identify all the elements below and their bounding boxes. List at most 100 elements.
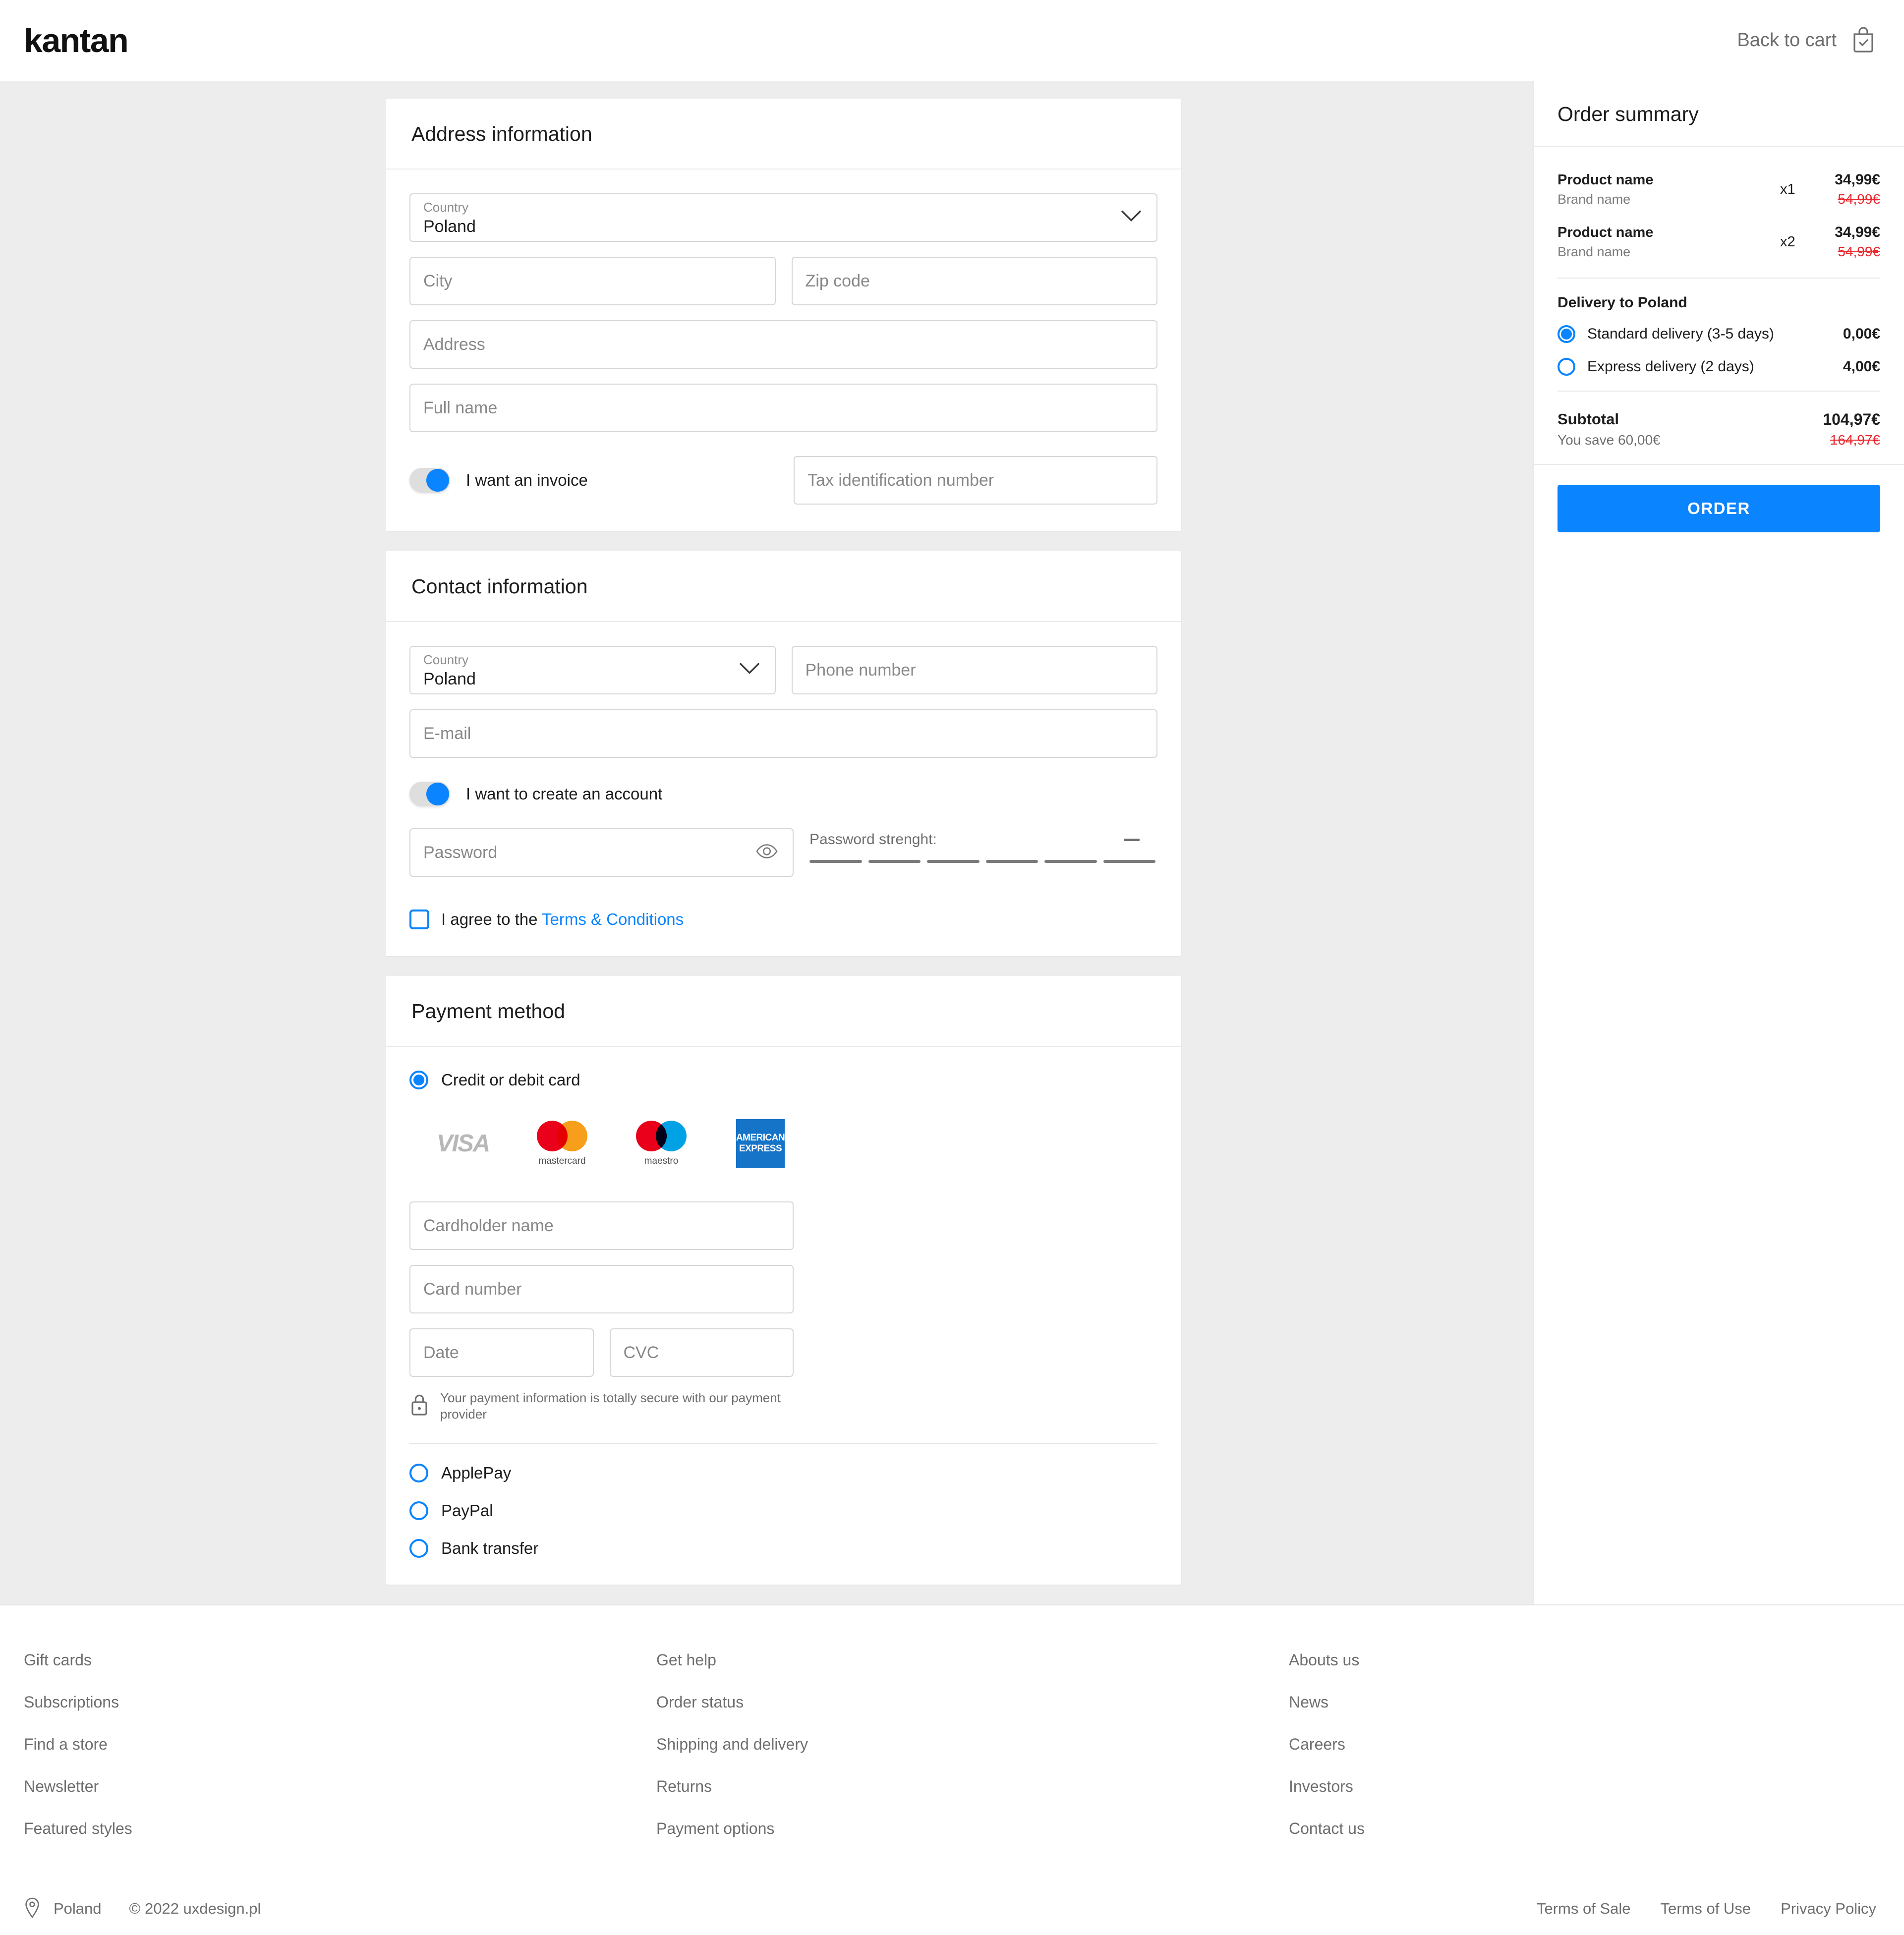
credit-card-radio[interactable]: [409, 1071, 428, 1089]
footer-link-order-status[interactable]: Order status: [656, 1693, 1289, 1711]
terms-checkbox[interactable]: [409, 910, 429, 929]
footer-link-terms-of-sale[interactable]: Terms of Sale: [1537, 1900, 1631, 1918]
footer-link-privacy-policy[interactable]: Privacy Policy: [1781, 1900, 1876, 1918]
address-country-row: Country Poland: [409, 193, 1157, 242]
invoice-toggle[interactable]: [409, 468, 450, 493]
terms-agreement-row[interactable]: I agree to the Terms & Conditions: [409, 910, 1157, 929]
password-input[interactable]: Password: [409, 828, 794, 877]
email-input[interactable]: E-mail: [409, 709, 1157, 758]
express-delivery-radio[interactable]: [1558, 358, 1575, 376]
footer-link-newsletter[interactable]: Newsletter: [24, 1777, 656, 1796]
credit-card-label: Credit or debit card: [441, 1071, 580, 1089]
country-select[interactable]: Country Poland: [409, 193, 1157, 242]
product-quantity: x1: [1780, 181, 1795, 197]
standard-delivery-label: Standard delivery (3-5 days): [1587, 326, 1774, 342]
strength-segment: [927, 860, 980, 863]
payment-option-paypal[interactable]: PayPal: [409, 1501, 1157, 1520]
strength-segment: [1044, 860, 1097, 863]
contact-information-card: Contact information Country Poland Phone…: [386, 551, 1181, 956]
address-input[interactable]: Address: [409, 320, 1157, 369]
footer-link-terms-of-use[interactable]: Terms of Use: [1660, 1900, 1751, 1918]
footer-link-subscriptions[interactable]: Subscriptions: [24, 1693, 656, 1711]
amex-line1: AMERICAN: [736, 1132, 785, 1143]
amex-badge: AMERICAN EXPRESS: [736, 1119, 785, 1168]
payment-card-body: Credit or debit card VISA mastercard mae…: [386, 1047, 1181, 1585]
site-footer: Gift cards Subscriptions Find a store Ne…: [0, 1604, 1904, 1935]
tax-id-input[interactable]: Tax identification number: [794, 456, 1157, 505]
strength-segment: [985, 860, 1038, 863]
delivery-option-standard[interactable]: Standard delivery (3-5 days) 0,00€: [1558, 325, 1880, 343]
amex-line2: EXPRESS: [739, 1143, 782, 1154]
lock-icon: [409, 1393, 429, 1419]
zip-code-input[interactable]: Zip code: [791, 257, 1157, 305]
contact-country-label: Country: [423, 652, 469, 667]
product-name: Product name: [1558, 171, 1654, 188]
payment-option-bank-transfer[interactable]: Bank transfer: [409, 1539, 1157, 1558]
order-button[interactable]: ORDER: [1558, 485, 1880, 532]
footer-link-returns[interactable]: Returns: [656, 1777, 1289, 1796]
footer-link-careers[interactable]: Careers: [1289, 1735, 1365, 1754]
show-password-eye-icon[interactable]: [756, 844, 778, 861]
date-cvc-row: Date CVC: [409, 1328, 794, 1377]
footer-link-get-help[interactable]: Get help: [656, 1651, 1289, 1669]
payment-option-credit-card[interactable]: Credit or debit card: [409, 1071, 1157, 1089]
invoice-toggle-label: I want an invoice: [466, 471, 588, 489]
terms-conditions-link[interactable]: Terms & Conditions: [542, 910, 684, 928]
order-summary-title: Order summary: [1558, 103, 1699, 125]
cardholder-name-input[interactable]: Cardholder name: [409, 1201, 794, 1250]
footer-link-contact-us[interactable]: Contact us: [1289, 1820, 1365, 1838]
phone-number-input[interactable]: Phone number: [791, 646, 1157, 694]
footer-link-shipping-and-delivery[interactable]: Shipping and delivery: [656, 1735, 1289, 1754]
contact-country-select[interactable]: Country Poland: [409, 646, 776, 694]
footer-link-news[interactable]: News: [1289, 1693, 1365, 1711]
date-placeholder: Date: [423, 1343, 459, 1362]
city-input[interactable]: City: [409, 257, 776, 305]
footer-link-about-us[interactable]: Abouts us: [1289, 1651, 1365, 1669]
invoice-toggle-group[interactable]: I want an invoice: [409, 468, 588, 493]
toggle-knob: [426, 469, 449, 492]
card-number-input[interactable]: Card number: [409, 1265, 794, 1313]
address-card-title: Address information: [411, 122, 592, 145]
full-name-input[interactable]: Full name: [409, 384, 1157, 432]
address-information-card: Address information Country Poland City …: [386, 99, 1181, 531]
payment-method-card: Payment method Credit or debit card VISA: [386, 976, 1181, 1585]
summary-line-item: Product name Brand name x2 34,99€ 54,99€: [1558, 220, 1880, 273]
create-account-toggle[interactable]: [409, 782, 450, 806]
bank-transfer-radio[interactable]: [409, 1539, 428, 1558]
cardholder-placeholder: Cardholder name: [423, 1216, 554, 1235]
footer-link-featured-styles[interactable]: Featured styles: [24, 1820, 656, 1838]
footer-bottom-bar: Poland © 2022 uxdesign.pl Terms of Sale …: [24, 1862, 1880, 1935]
paypal-radio[interactable]: [409, 1501, 428, 1520]
password-strength-bars: [809, 860, 1157, 863]
address-card-body: Country Poland City Zip code Address Ful…: [386, 170, 1181, 531]
delivery-option-express[interactable]: Express delivery (2 days) 4,00€: [1558, 358, 1880, 376]
standard-delivery-radio[interactable]: [1558, 325, 1575, 343]
create-account-toggle-group[interactable]: I want to create an account: [409, 782, 662, 806]
product-price: 34,99€: [1835, 224, 1880, 240]
card-expiry-input[interactable]: Date: [409, 1328, 594, 1377]
product-brand: Brand name: [1558, 244, 1631, 259]
email-placeholder: E-mail: [423, 724, 471, 743]
brand-logo[interactable]: kantan: [24, 21, 129, 60]
subtotal-row: Subtotal You save 60,00€ 104,97€ 164,97€: [1558, 406, 1880, 448]
applepay-radio[interactable]: [409, 1464, 428, 1482]
order-button-wrap: ORDER: [1534, 464, 1904, 556]
paypal-label: PayPal: [441, 1501, 493, 1520]
footer-link-find-a-store[interactable]: Find a store: [24, 1735, 656, 1754]
cardnumber-placeholder: Card number: [423, 1279, 522, 1299]
footer-link-investors[interactable]: Investors: [1289, 1777, 1365, 1796]
payment-option-applepay[interactable]: ApplePay: [409, 1464, 1157, 1482]
footer-column-help: Get help Order status Shipping and deliv…: [656, 1651, 1289, 1862]
contact-country-phone-row: Country Poland Phone number: [409, 646, 1157, 694]
maestro-circles-icon: [636, 1120, 687, 1151]
product-price: 34,99€: [1835, 171, 1880, 188]
back-to-cart-link[interactable]: Back to cart: [1737, 25, 1876, 56]
contact-card-title: Contact information: [411, 575, 588, 598]
footer-link-gift-cards[interactable]: Gift cards: [24, 1651, 656, 1669]
card-cvc-input[interactable]: CVC: [609, 1328, 794, 1377]
footer-link-payment-options[interactable]: Payment options: [656, 1820, 1289, 1838]
password-strength-meter: Password strenght:: [809, 828, 1157, 863]
security-note-text: Your payment information is totally secu…: [440, 1390, 781, 1422]
page-body: Address information Country Poland City …: [0, 81, 1904, 1604]
subtotal-old-value: 164,97€: [1830, 432, 1880, 448]
